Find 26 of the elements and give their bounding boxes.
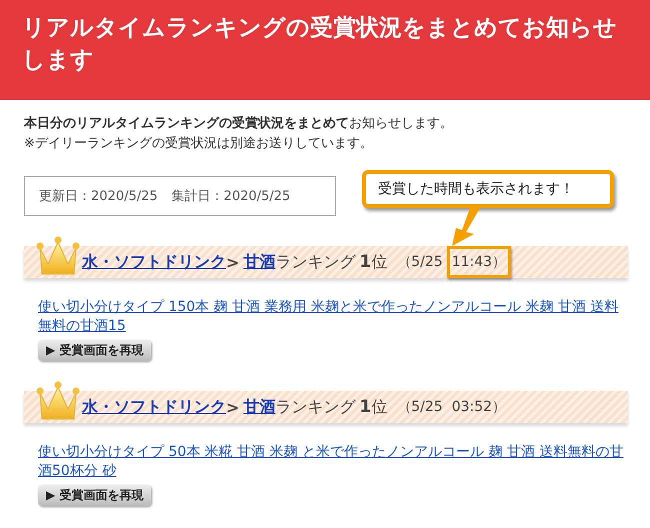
updated-date: 更新日：2020/5/25 (39, 188, 158, 205)
breadcrumb-separator: > (226, 252, 240, 272)
breadcrumb-separator: > (226, 398, 240, 416)
rank-number: 1 (359, 252, 372, 272)
award-date: （5/25 (397, 253, 443, 271)
product-link[interactable]: 使い切小分けタイプ 150本 麹 甘酒 業務用 米麹と米で作ったノンアルコール 米麹 甘酒 送料無料の甘酒15 (38, 298, 628, 336)
rank-unit: 位 (371, 396, 388, 418)
genre-link[interactable]: 甘酒 (243, 252, 276, 272)
intro-text: 本日分のリアルタイムランキングの受賞状況をまとめてお知らせします。 (24, 114, 454, 133)
rank-number: 1 (359, 397, 372, 417)
category-link[interactable]: 水・ソフトドリンク (82, 396, 226, 418)
replay-button[interactable]: ▶ 受賞画面を再現 (38, 340, 152, 361)
award-time: 03:52） (450, 398, 508, 417)
product-link[interactable]: 使い切小分けタイプ 50本 米糀 甘酒 米麹 と米で作ったノンアルコール 麹 甘酒 送料無料の甘酒50杯分 砂 (38, 443, 628, 481)
award-date: （5/25 (397, 398, 443, 416)
rank-unit: 位 (371, 252, 388, 272)
page-title: リアルタイムランキングの受賞状況をまとめてお知らせします (22, 14, 618, 75)
genre-link[interactable]: 甘酒 (243, 396, 276, 418)
replay-button[interactable]: ▶ 受賞画面を再現 (38, 485, 152, 506)
counted-date: 集計日：2020/5/25 (172, 188, 290, 205)
category-link[interactable]: 水・ソフトドリンク (82, 252, 226, 272)
callout-text: 受賞した時間も表示されます！ (378, 181, 574, 197)
ranking-label: ランキング (275, 396, 356, 418)
ranking-label: ランキング (275, 252, 356, 272)
intro-text: ※デイリーランキングの受賞状況は別途お送りしています。 (24, 135, 374, 153)
award-time: 11:43） (446, 246, 512, 278)
